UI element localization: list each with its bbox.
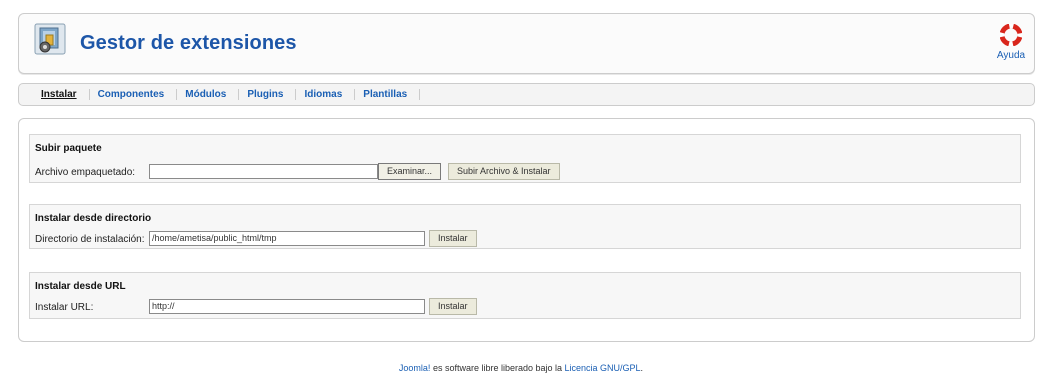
install-panel: Subir paquete Archivo empaquetado: Exami… bbox=[18, 118, 1035, 342]
tab-instalar[interactable]: Instalar bbox=[33, 89, 90, 100]
install-directory-section: Instalar desde directorio Directorio de … bbox=[29, 204, 1021, 249]
browse-button[interactable]: Examinar... bbox=[378, 163, 442, 180]
lifebuoy-icon bbox=[999, 23, 1023, 47]
tab-plantillas[interactable]: Plantillas bbox=[355, 89, 421, 100]
help-label: Ayuda bbox=[996, 50, 1026, 61]
footer-end: . bbox=[640, 363, 644, 373]
upload-section-title: Subir paquete bbox=[35, 143, 102, 154]
tab-idiomas[interactable]: Idiomas bbox=[296, 89, 356, 100]
license-link[interactable]: Licencia GNU/GPL bbox=[565, 363, 641, 373]
page-title: Gestor de extensiones bbox=[80, 32, 297, 54]
upload-package-section: Subir paquete Archivo empaquetado: Exami… bbox=[29, 134, 1021, 183]
submenu-tabs: Instalar Componentes Módulos Plugins Idi… bbox=[18, 83, 1035, 106]
install-url-section: Instalar desde URL Instalar URL: http://… bbox=[29, 272, 1021, 319]
package-file-input[interactable] bbox=[149, 164, 378, 179]
install-directory-button[interactable]: Instalar bbox=[429, 230, 477, 247]
footer: Joomla! es software libre liberado bajo … bbox=[0, 363, 1042, 373]
tab-plugins[interactable]: Plugins bbox=[239, 89, 297, 100]
tab-componentes[interactable]: Componentes bbox=[90, 89, 178, 100]
install-directory-input[interactable]: /home/ametisa/public_html/tmp bbox=[149, 231, 425, 246]
help-button[interactable]: Ayuda bbox=[994, 23, 1028, 61]
url-section-title: Instalar desde URL bbox=[35, 281, 126, 292]
joomla-link[interactable]: Joomla! bbox=[399, 363, 431, 373]
directory-section-title: Instalar desde directorio bbox=[35, 213, 152, 224]
install-url-input[interactable]: http:// bbox=[149, 299, 425, 314]
toolbar-header: Gestor de extensiones Ayuda bbox=[18, 13, 1035, 74]
url-field-label: Instalar URL: bbox=[35, 302, 94, 313]
extension-manager-icon bbox=[34, 23, 66, 55]
tab-modulos[interactable]: Módulos bbox=[177, 89, 240, 100]
directory-field-label: Directorio de instalación: bbox=[35, 234, 145, 245]
upload-install-button[interactable]: Subir Archivo & Instalar bbox=[448, 163, 560, 180]
upload-field-label: Archivo empaquetado: bbox=[35, 167, 136, 178]
footer-text: es software libre liberado bajo la bbox=[430, 363, 565, 373]
install-url-button[interactable]: Instalar bbox=[429, 298, 477, 315]
